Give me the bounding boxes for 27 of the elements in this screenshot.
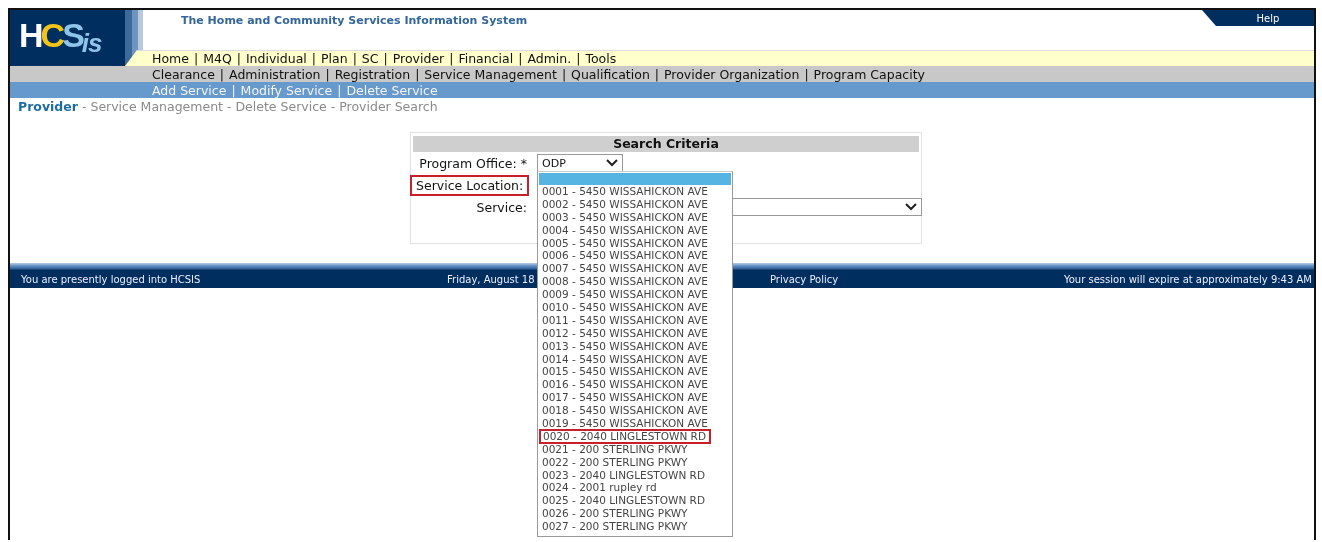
menu-separator: | <box>219 66 225 82</box>
menu-separator: | <box>561 66 567 82</box>
menu-separator: | <box>325 66 330 82</box>
system-title: The Home and Community Services Information System <box>180 13 528 29</box>
menu-separator: | <box>518 51 523 66</box>
menu-separator: | <box>654 66 660 82</box>
field-label: Program Office: * <box>418 154 528 172</box>
date-text: Friday, August 18 <box>447 274 535 285</box>
menu-separator: | <box>352 51 357 66</box>
breadcrumb-separator: - <box>81 99 87 114</box>
menu-separator: | <box>383 51 388 66</box>
menu-separator: | <box>415 66 420 82</box>
login-status: You are presently logged into HCSIS <box>21 274 201 285</box>
session-expiry-text: Your session will expire at approximately 9:43 AM <box>1063 274 1312 285</box>
menu-separator: | <box>193 51 199 66</box>
field-label: Service Location: <box>410 174 530 196</box>
breadcrumb-separator: - <box>330 99 336 114</box>
menu-separator: | <box>311 51 317 66</box>
menu-separator: | <box>449 51 454 66</box>
menu-separator: | <box>337 82 342 98</box>
menu-separator: | <box>576 51 581 66</box>
menu-separator: | <box>236 51 241 66</box>
panel-heading: Search Criteria <box>413 136 919 152</box>
menu-separator: | <box>231 82 236 98</box>
menu-separator: | <box>804 66 809 82</box>
field-label: Service: <box>475 198 528 216</box>
breadcrumb-separator: - <box>226 99 232 114</box>
